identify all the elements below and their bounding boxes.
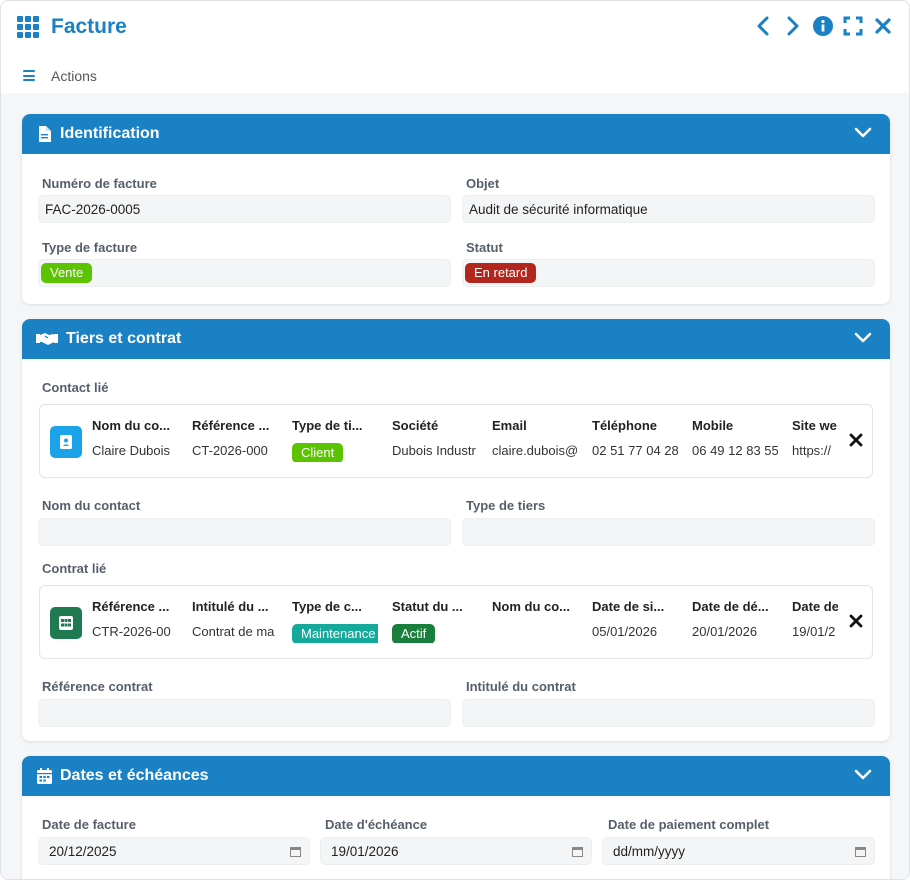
objet-field[interactable]: Audit de sécurité informatique xyxy=(462,195,875,223)
contact-card[interactable]: Nom du co... Claire Dubois Référence ... C… xyxy=(39,404,873,478)
contrat-col-date-signature: Date de si... 05/01/2026 xyxy=(592,599,665,639)
contrat-col-date-debut: Date de dé... 20/01/2026 xyxy=(692,599,769,639)
grid-icon[interactable] xyxy=(17,16,41,38)
contrat-col-date-fin: Date de 19/01/2 xyxy=(792,599,838,639)
dates-title: Dates et échéances xyxy=(60,767,209,784)
contact-col-email: Email claire.dubois@ xyxy=(492,418,578,458)
date-echeance-input[interactable]: 19/01/2026 xyxy=(320,837,592,865)
contact-col-reference: Référence ... CT-2026-000 xyxy=(192,418,270,458)
window-title: Facture xyxy=(51,15,127,38)
tiers-contrat-header[interactable]: Tiers et contrat xyxy=(22,319,890,359)
form-content[interactable]: Identification Numéro de facture FAC-202… xyxy=(1,93,909,879)
chevron-down-icon[interactable] xyxy=(854,768,872,782)
actif-badge: Actif xyxy=(392,624,436,643)
invoice-window: Facture Actions Identification Numéro de… xyxy=(0,0,910,880)
type-tiers-field[interactable] xyxy=(462,518,875,546)
objet-label: Objet xyxy=(466,176,500,191)
date-facture-input[interactable]: 20/12/2025 xyxy=(38,837,310,865)
actions-menu[interactable]: Actions xyxy=(51,68,97,84)
maintenance-badge: Maintenance xyxy=(292,624,378,643)
contact-lie-label: Contact lié xyxy=(42,380,109,395)
chevron-left-icon[interactable] xyxy=(753,15,773,37)
handshake-icon xyxy=(36,331,58,347)
dates-panel: Dates et échéances Date de facture 20/12… xyxy=(22,756,890,879)
date-facture-value: 20/12/2025 xyxy=(49,843,117,859)
date-paiement-label: Date de paiement complet xyxy=(608,817,770,832)
contact-card-icon xyxy=(50,426,82,458)
chevron-right-icon[interactable] xyxy=(783,15,803,37)
contact-col-mobile: Mobile 06 49 12 83 55 xyxy=(692,418,778,458)
contact-col-site: Site we https:// xyxy=(792,418,837,458)
document-icon xyxy=(36,126,52,142)
type-tiers-label: Type de tiers xyxy=(466,498,546,513)
info-icon[interactable] xyxy=(813,15,833,37)
calendar-icon[interactable] xyxy=(855,846,866,857)
nom-contact-label: Nom du contact xyxy=(42,498,141,513)
intitule-contrat-label: Intitulé du contrat xyxy=(466,679,576,694)
fullscreen-icon[interactable] xyxy=(843,15,863,37)
date-paiement-placeholder: dd/mm/yyyy xyxy=(613,843,686,859)
date-paiement-input[interactable]: dd/mm/yyyy xyxy=(602,837,875,865)
contrat-card[interactable]: Référence ... CTR-2026-00 Intitulé du ...… xyxy=(39,585,873,659)
remove-contact-icon[interactable] xyxy=(848,432,864,448)
remove-contrat-icon[interactable] xyxy=(848,613,864,629)
numero-field[interactable]: FAC-2026-0005 xyxy=(38,195,451,223)
chevron-down-icon[interactable] xyxy=(854,331,872,345)
contact-col-societe: Société Dubois Industr xyxy=(392,418,476,458)
intitule-contrat-field[interactable] xyxy=(462,699,875,727)
title-bar: Facture xyxy=(1,1,909,55)
tiers-contrat-title: Tiers et contrat xyxy=(66,330,182,347)
date-echeance-label: Date d'échéance xyxy=(325,817,428,832)
statut-label: Statut xyxy=(466,240,503,255)
contrat-lie-label: Contrat lié xyxy=(42,561,107,576)
contrat-col-type: Type de c... Maintenance xyxy=(292,599,378,643)
statut-field[interactable]: En retard xyxy=(462,259,875,287)
contrat-col-nom: Nom du co... xyxy=(492,599,570,614)
identification-title: Identification xyxy=(60,125,160,142)
identification-panel: Identification Numéro de facture FAC-202… xyxy=(22,114,890,304)
type-facture-label: Type de facture xyxy=(42,240,138,255)
date-facture-label: Date de facture xyxy=(42,817,136,832)
tiers-contrat-panel: Tiers et contrat Contact lié Nom du co..… xyxy=(22,319,890,741)
contrat-col-intitule: Intitulé du ... Contrat de ma xyxy=(192,599,275,639)
date-echeance-value: 19/01/2026 xyxy=(331,843,399,859)
contact-col-nom: Nom du co... Claire Dubois xyxy=(92,418,171,458)
numero-label: Numéro de facture xyxy=(42,176,157,191)
vente-badge: Vente xyxy=(41,263,93,283)
contrat-card-icon xyxy=(50,607,82,639)
ref-contrat-field[interactable] xyxy=(38,699,451,727)
ref-contrat-label: Référence contrat xyxy=(42,679,153,694)
calendar-icon[interactable] xyxy=(572,846,583,857)
calendar-icon[interactable] xyxy=(290,846,301,857)
client-badge: Client xyxy=(292,443,344,462)
chevron-down-icon[interactable] xyxy=(854,126,872,140)
window-controls xyxy=(753,15,893,37)
identification-header[interactable]: Identification xyxy=(22,114,890,154)
contrat-col-reference: Référence ... CTR-2026-00 xyxy=(92,599,171,639)
calendar-icon xyxy=(36,768,52,784)
dates-header[interactable]: Dates et échéances xyxy=(22,756,890,796)
en-retard-badge: En retard xyxy=(465,263,537,283)
contrat-col-statut: Statut du ... Actif xyxy=(392,599,478,643)
actions-bar: Actions xyxy=(1,61,909,91)
nom-contact-field[interactable] xyxy=(38,518,451,546)
contact-col-telephone: Téléphone 02 51 77 04 28 xyxy=(592,418,678,458)
type-facture-field[interactable]: Vente xyxy=(38,259,451,287)
close-icon[interactable] xyxy=(873,15,893,37)
contact-col-type: Type de ti... Client xyxy=(292,418,378,462)
menu-icon[interactable] xyxy=(23,70,35,81)
